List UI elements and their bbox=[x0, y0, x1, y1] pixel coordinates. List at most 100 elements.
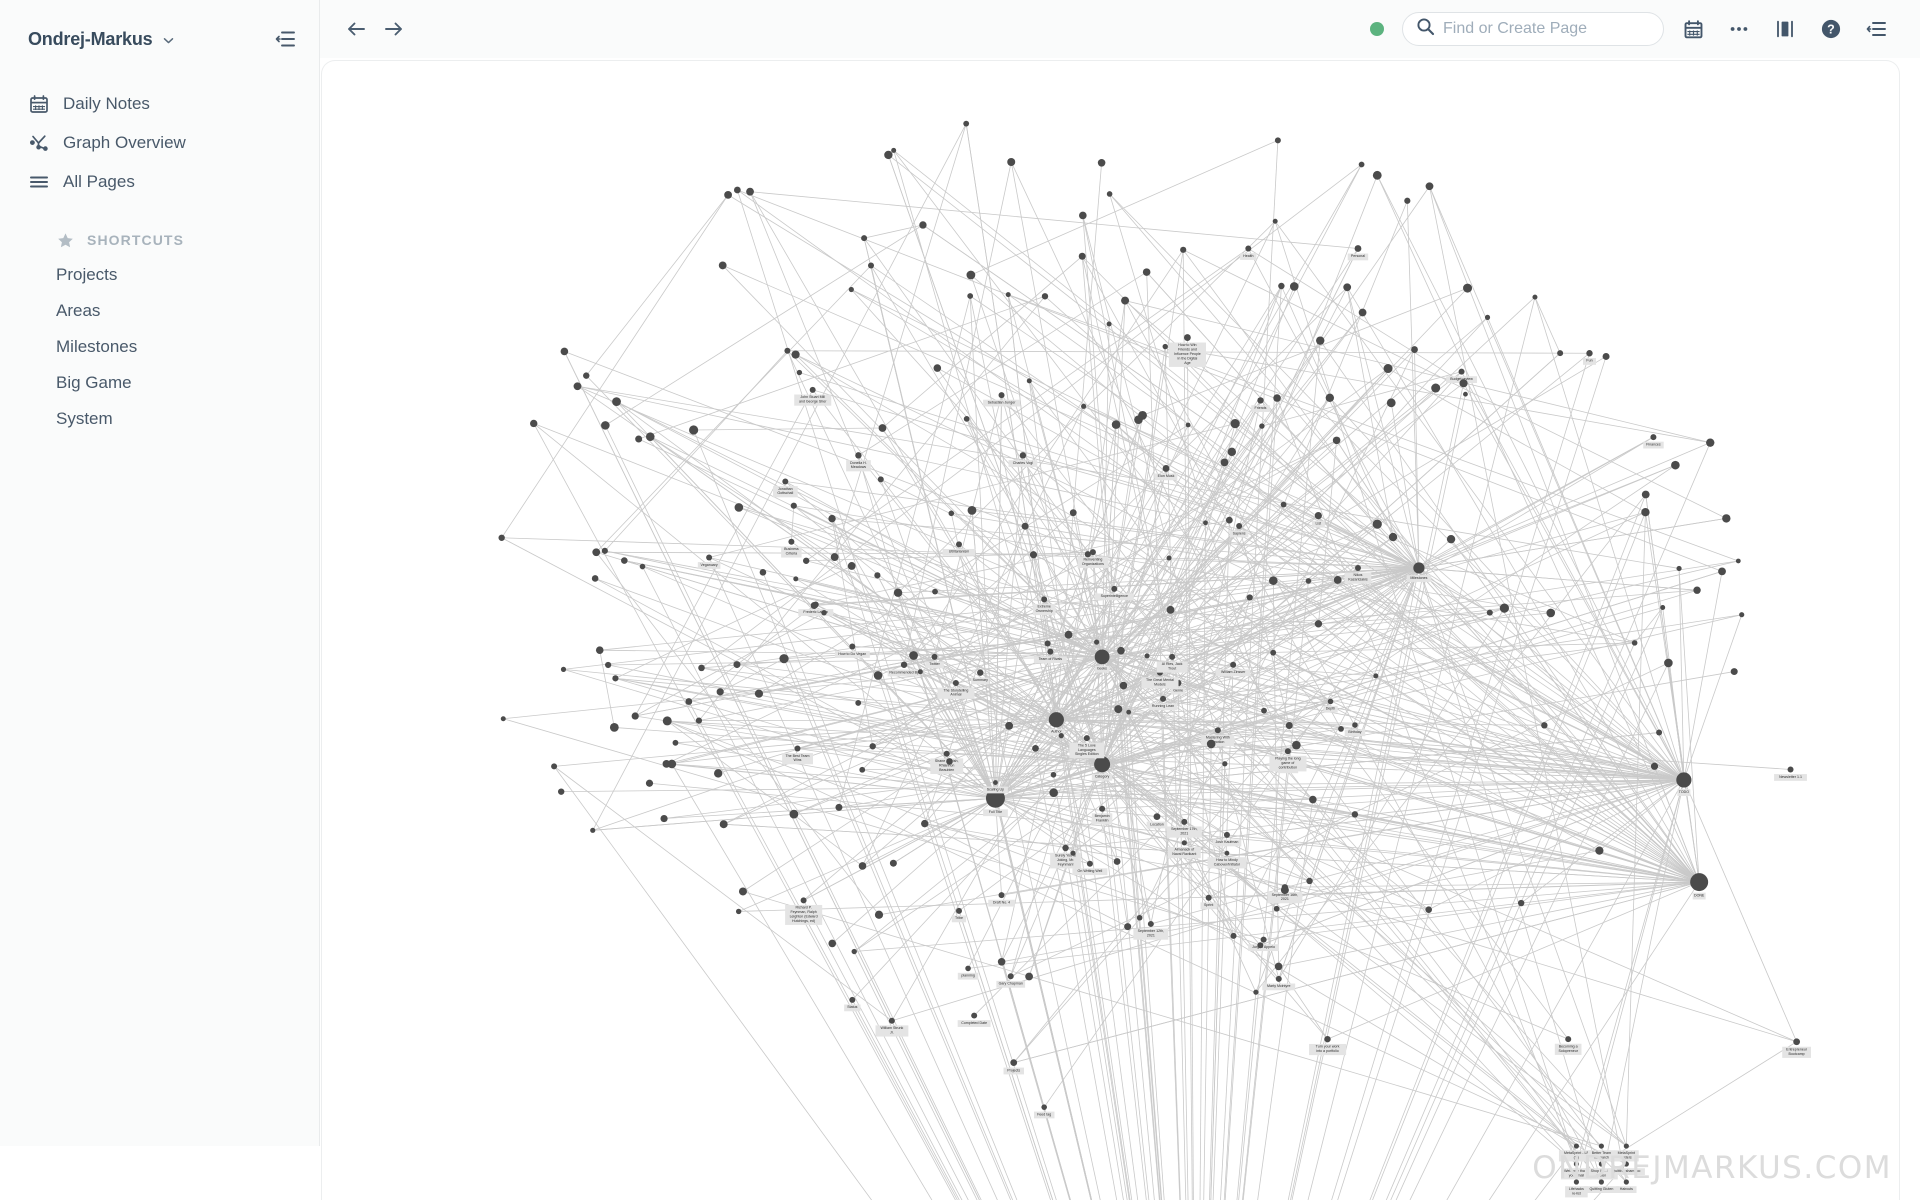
graph-node-unlabeled[interactable] bbox=[859, 766, 866, 773]
graph-node-unlabeled[interactable] bbox=[746, 187, 754, 196]
graph-node-unlabeled[interactable] bbox=[1499, 603, 1509, 613]
sidebar-item-big-game[interactable]: Big Game bbox=[28, 365, 319, 401]
graph-node-unlabeled[interactable] bbox=[719, 820, 728, 829]
graph-node-unlabeled[interactable] bbox=[828, 939, 837, 948]
graph-node-unlabeled[interactable] bbox=[601, 421, 610, 430]
graph-node-unlabeled[interactable] bbox=[560, 666, 567, 672]
graph-node-unlabeled[interactable] bbox=[1119, 681, 1128, 690]
search-box[interactable] bbox=[1402, 12, 1664, 46]
graph-node-unlabeled[interactable] bbox=[1693, 586, 1701, 594]
graph-node-unlabeled[interactable] bbox=[595, 646, 604, 654]
sidebar-item-milestones[interactable]: Milestones bbox=[28, 329, 319, 365]
split-view-icon[interactable] bbox=[1768, 12, 1802, 46]
graph-node-unlabeled[interactable] bbox=[591, 575, 599, 582]
graph-node-unlabeled[interactable] bbox=[1273, 394, 1281, 402]
graph-node-unlabeled[interactable] bbox=[830, 553, 839, 561]
graph-node-unlabeled[interactable] bbox=[714, 769, 723, 778]
graph-node-unlabeled[interactable] bbox=[1351, 811, 1359, 818]
graph-node-unlabeled[interactable] bbox=[1664, 658, 1673, 668]
graph-node-unlabeled[interactable] bbox=[1078, 252, 1086, 260]
graph-node-unlabeled[interactable] bbox=[1273, 905, 1280, 912]
calendar-icon[interactable] bbox=[1676, 12, 1710, 46]
graph-node-unlabeled[interactable] bbox=[500, 716, 506, 722]
graph-node-unlabeled[interactable] bbox=[1050, 771, 1057, 778]
graph-node-unlabeled[interactable] bbox=[645, 779, 654, 787]
graph-node-unlabeled[interactable] bbox=[1289, 282, 1299, 291]
graph-node-unlabeled[interactable] bbox=[1106, 321, 1112, 327]
graph-node-unlabeled[interactable] bbox=[1253, 989, 1259, 995]
graph-node-unlabeled[interactable] bbox=[1484, 314, 1491, 320]
graph-node-unlabeled[interactable] bbox=[1280, 501, 1287, 508]
graph-node-unlabeled[interactable] bbox=[1274, 962, 1283, 971]
graph-node-unlabeled[interactable] bbox=[601, 547, 608, 554]
graph-node-unlabeled[interactable] bbox=[1166, 555, 1172, 561]
graph-node-unlabeled[interactable] bbox=[724, 190, 732, 199]
graph-node-unlabeled[interactable] bbox=[1285, 722, 1293, 730]
graph-node-unlabeled[interactable] bbox=[997, 958, 1006, 966]
graph-node-unlabeled[interactable] bbox=[946, 758, 953, 765]
graph-node[interactable]: Better Team Research bbox=[1587, 1143, 1615, 1162]
graph-node-unlabeled[interactable] bbox=[689, 425, 699, 435]
graph-node-unlabeled[interactable] bbox=[1225, 516, 1233, 524]
graph-node-unlabeled[interactable] bbox=[921, 819, 929, 828]
graph-node-unlabeled[interactable] bbox=[621, 557, 628, 564]
graph-node-unlabeled[interactable] bbox=[893, 588, 903, 597]
graph-node-unlabeled[interactable] bbox=[1126, 709, 1132, 715]
graph-node-unlabeled[interactable] bbox=[868, 262, 874, 269]
arrow-left-icon[interactable] bbox=[342, 15, 370, 43]
graph-node-unlabeled[interactable] bbox=[1084, 551, 1091, 558]
graph-node-unlabeled[interactable] bbox=[1162, 343, 1168, 350]
graph-node-unlabeled[interactable] bbox=[1026, 378, 1032, 384]
graph-node[interactable]: MetaSprint testers bbox=[1614, 1143, 1639, 1162]
graph-node-unlabeled[interactable] bbox=[821, 610, 827, 616]
graph-node[interactable]: TODO bbox=[1676, 772, 1692, 796]
help-icon[interactable]: ? bbox=[1814, 12, 1848, 46]
graph-node-unlabeled[interactable] bbox=[779, 654, 789, 664]
graph-node-unlabeled[interactable] bbox=[1220, 458, 1229, 467]
graph-node-unlabeled[interactable] bbox=[1246, 594, 1253, 601]
graph-node-unlabeled[interactable] bbox=[1431, 383, 1441, 393]
graph-node-unlabeled[interactable] bbox=[551, 763, 558, 770]
graph-node-unlabeled[interactable] bbox=[1081, 403, 1087, 409]
graph-node-unlabeled[interactable] bbox=[1332, 436, 1341, 445]
graph-node-unlabeled[interactable] bbox=[1261, 707, 1267, 714]
graph-node-unlabeled[interactable] bbox=[685, 698, 693, 705]
graph-node-unlabeled[interactable] bbox=[1180, 246, 1187, 253]
graph-node-unlabeled[interactable] bbox=[789, 809, 799, 819]
graph-node-unlabeled[interactable] bbox=[1404, 197, 1411, 204]
graph-node[interactable]: Quitting shampoo bbox=[1607, 1161, 1645, 1176]
graph-node-unlabeled[interactable] bbox=[1386, 398, 1396, 408]
graph-node-unlabeled[interactable] bbox=[1230, 418, 1240, 429]
sidebar-item-daily-notes[interactable]: Daily Notes bbox=[28, 84, 319, 123]
graph-node[interactable]: Haircuts bbox=[1616, 1179, 1637, 1194]
graph-node[interactable]: Completed Date bbox=[957, 1012, 991, 1027]
graph-node-unlabeled[interactable] bbox=[1005, 292, 1011, 298]
graph-node-unlabeled[interactable] bbox=[793, 576, 799, 582]
graph-node-unlabeled[interactable] bbox=[933, 364, 942, 372]
graph-node[interactable]: Turn your work into a portfolio bbox=[1309, 1035, 1347, 1056]
graph-node-unlabeled[interactable] bbox=[1280, 886, 1289, 895]
graph-node[interactable]: September 12th, 2021 bbox=[1133, 920, 1169, 940]
graph-node-unlabeled[interactable] bbox=[1278, 282, 1285, 290]
graph-node-unlabeled[interactable] bbox=[1230, 932, 1237, 939]
graph-node-unlabeled[interactable] bbox=[1049, 788, 1058, 797]
search-input[interactable] bbox=[1443, 20, 1643, 38]
graph-node-unlabeled[interactable] bbox=[1463, 391, 1468, 397]
graph-node-unlabeled[interactable] bbox=[734, 503, 744, 512]
graph-node-unlabeled[interactable] bbox=[835, 803, 843, 811]
graph-node-unlabeled[interactable] bbox=[1106, 191, 1113, 197]
graph-node-unlabeled[interactable] bbox=[639, 563, 646, 570]
graph-node[interactable]: Feed tag bbox=[1033, 1104, 1055, 1119]
graph-node-unlabeled[interactable] bbox=[558, 788, 565, 795]
graph-node-unlabeled[interactable] bbox=[1094, 639, 1100, 645]
graph-node-unlabeled[interactable] bbox=[1602, 352, 1610, 360]
graph-node-unlabeled[interactable] bbox=[1557, 350, 1564, 357]
graph-node-unlabeled[interactable] bbox=[735, 908, 742, 915]
graph-node-unlabeled[interactable] bbox=[1222, 761, 1228, 767]
graph-node-unlabeled[interactable] bbox=[847, 562, 856, 570]
graph-node[interactable]: Quitting Gluten bbox=[1583, 1179, 1619, 1194]
graph-node-unlabeled[interactable] bbox=[1136, 914, 1143, 921]
graph-node-unlabeled[interactable] bbox=[631, 712, 639, 720]
graph-node-unlabeled[interactable] bbox=[1114, 705, 1123, 714]
graph-node[interactable]: Entrepreneur Bootcamp bbox=[1782, 1038, 1812, 1058]
